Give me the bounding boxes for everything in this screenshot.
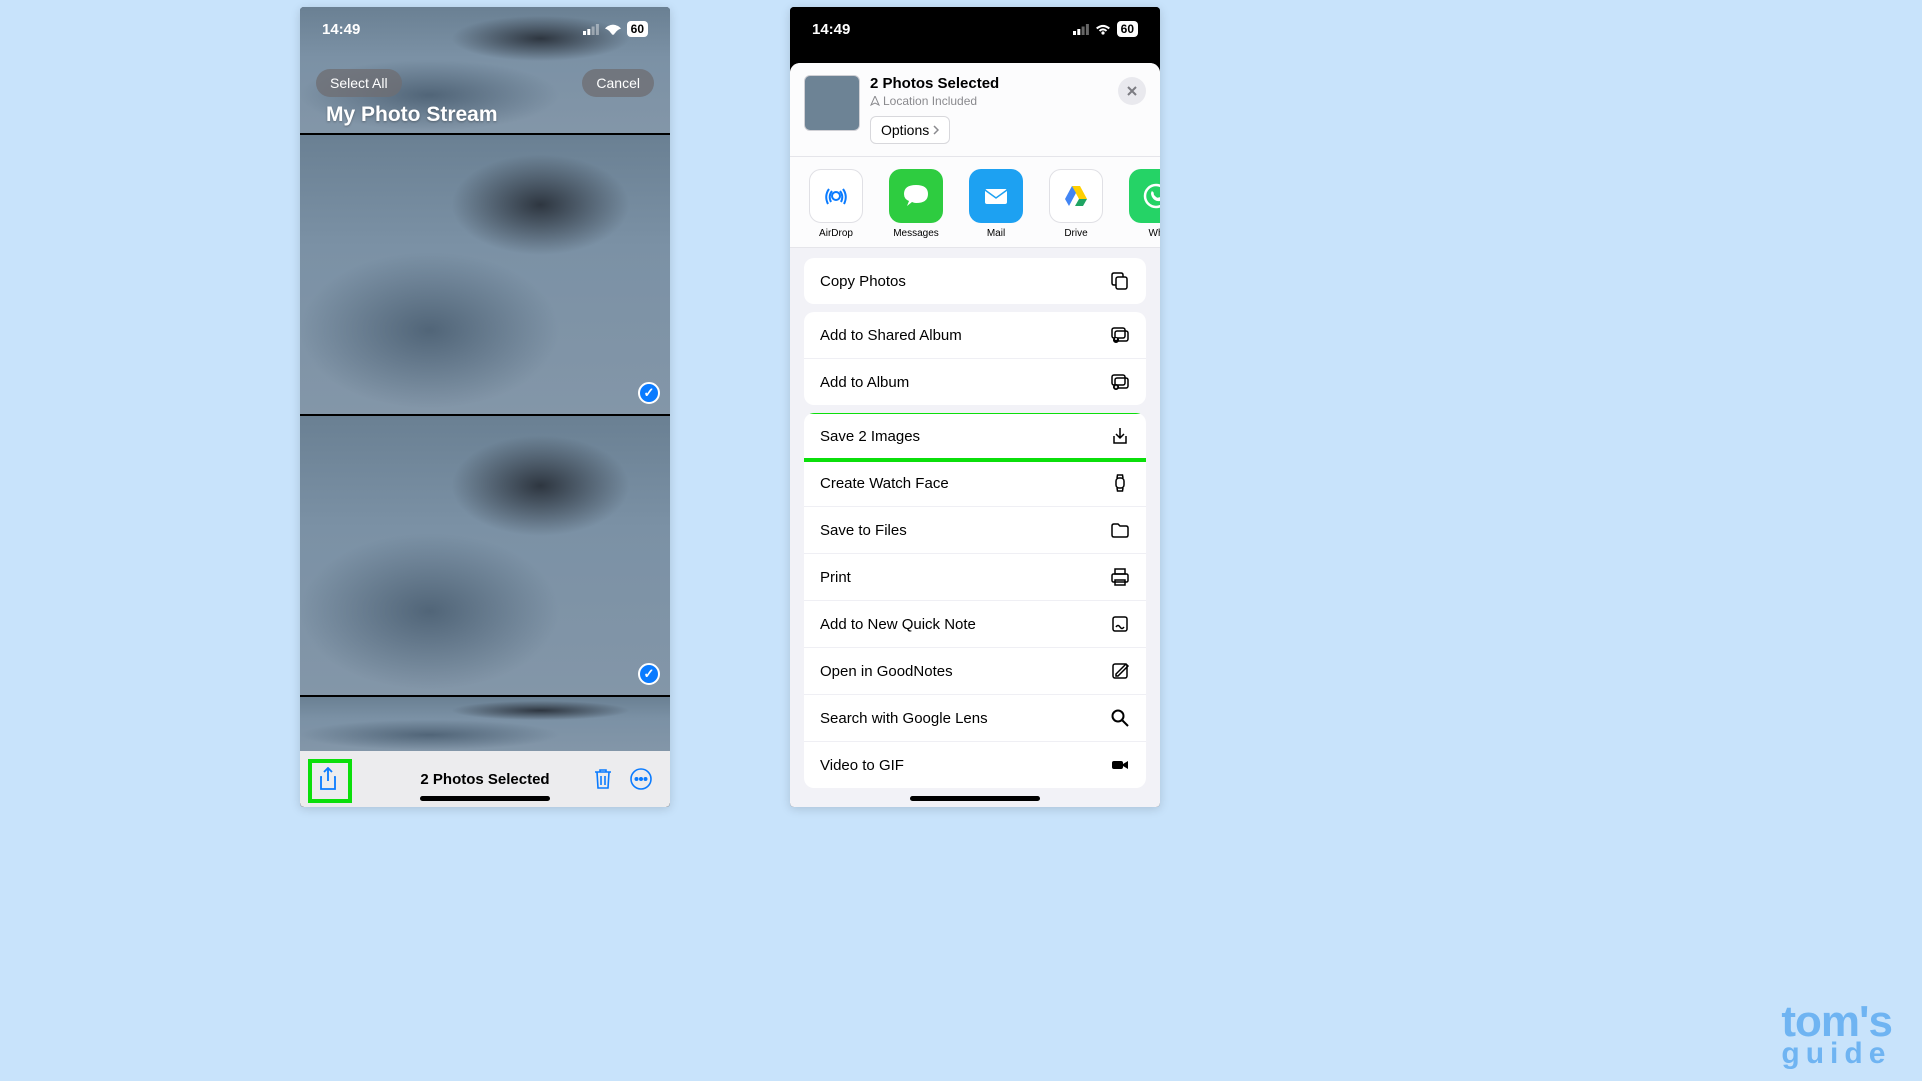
action-create-watch-face[interactable]: Create Watch Face	[804, 460, 1146, 507]
share-app-messages[interactable]: Messages	[886, 169, 946, 239]
share-header-subtitle: Location Included	[870, 94, 999, 108]
share-app-airdrop[interactable]: AirDrop	[806, 169, 866, 239]
action-print[interactable]: Print	[804, 554, 1146, 601]
signal-icon	[1073, 24, 1089, 35]
close-button[interactable]	[1118, 77, 1146, 105]
action-open-in-goodnotes[interactable]: Open in GoodNotes	[804, 648, 1146, 695]
toms-guide-watermark: tom's guide	[1781, 997, 1892, 1071]
action-group: Save 2 ImagesCreate Watch FaceSave to Fi…	[804, 413, 1146, 788]
share-app-mail[interactable]: Mail	[966, 169, 1026, 239]
share-action-list: Copy Photos Add to Shared AlbumAdd to Alb…	[790, 248, 1160, 788]
trash-icon[interactable]	[594, 768, 612, 790]
options-button[interactable]: Options	[870, 116, 950, 144]
photo-1[interactable]: ✓	[300, 135, 670, 414]
status-time: 14:49	[322, 21, 360, 38]
signal-icon	[583, 24, 599, 35]
photo-2[interactable]: ✓	[300, 416, 670, 695]
share-app-drive[interactable]: Drive	[1046, 169, 1106, 239]
action-group: Copy Photos	[804, 258, 1146, 304]
battery-indicator: 60	[627, 21, 648, 37]
battery-indicator: 60	[1117, 21, 1138, 37]
share-thumbnail	[804, 75, 860, 131]
action-search-with-google-lens[interactable]: Search with Google Lens	[804, 695, 1146, 742]
share-app-wh[interactable]: Wh	[1126, 169, 1160, 239]
share-sheet: 2 Photos Selected Location Included Opti…	[790, 63, 1160, 807]
share-header-title: 2 Photos Selected	[870, 75, 999, 92]
home-indicator	[420, 796, 550, 801]
select-all-button[interactable]: Select All	[316, 69, 402, 97]
wifi-icon	[605, 23, 621, 35]
action-add-to-album[interactable]: Add to Album	[804, 359, 1146, 405]
more-icon[interactable]	[630, 768, 652, 790]
action-save-2-images[interactable]: Save 2 Images	[804, 413, 1146, 460]
action-video-to-gif[interactable]: Video to GIF	[804, 742, 1146, 788]
share-app-row[interactable]: AirDrop Messages Mail Drive Wh	[790, 157, 1160, 248]
action-save-to-files[interactable]: Save to Files	[804, 507, 1146, 554]
phone-screenshot-photo-stream: ✓ ✓ 14:49 60 Select All Cancel My Photo …	[300, 7, 670, 807]
album-title: My Photo Stream	[326, 103, 498, 127]
action-add-to-new-quick-note[interactable]: Add to New Quick Note	[804, 601, 1146, 648]
selected-checkmark-icon: ✓	[638, 382, 660, 404]
share-icon[interactable]	[318, 767, 338, 791]
action-add-to-shared-album[interactable]: Add to Shared Album	[804, 312, 1146, 359]
share-header: 2 Photos Selected Location Included Opti…	[790, 63, 1160, 157]
home-indicator	[910, 796, 1040, 801]
action-group: Add to Shared AlbumAdd to Album	[804, 312, 1146, 405]
status-bar: 14:49 60	[790, 7, 1160, 51]
selected-count-label: 2 Photos Selected	[420, 771, 549, 788]
status-time: 14:49	[812, 21, 850, 38]
selected-checkmark-icon: ✓	[638, 663, 660, 685]
action-copy-photos[interactable]: Copy Photos	[804, 258, 1146, 304]
status-bar: 14:49 60	[300, 7, 670, 51]
phone-screenshot-share-sheet: 14:49 60 2 Photos Selected Location Incl…	[790, 7, 1160, 807]
wifi-icon	[1095, 23, 1111, 35]
photo-3[interactable]	[300, 697, 670, 751]
cancel-button[interactable]: Cancel	[582, 69, 654, 97]
